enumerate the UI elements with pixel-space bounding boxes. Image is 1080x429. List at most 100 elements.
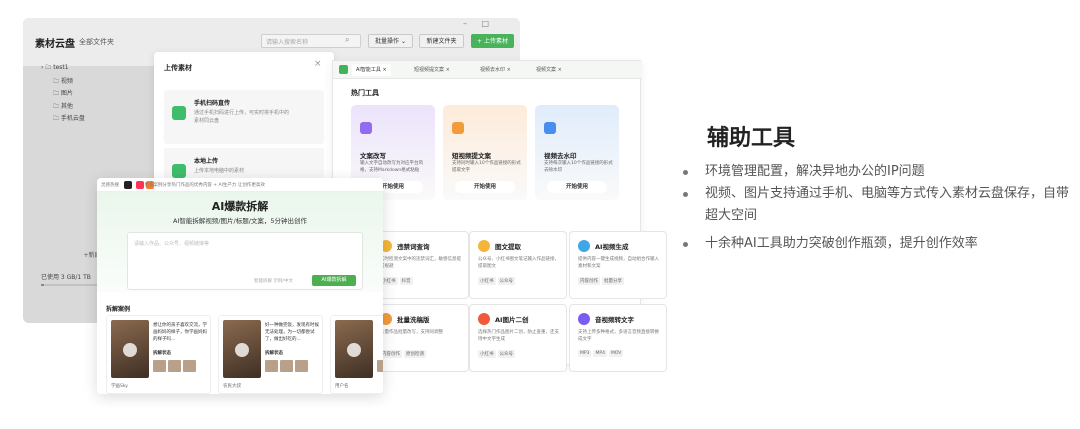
folder-item[interactable]: 🗀 其他 [53,101,161,114]
start-button[interactable]: 开始使用 [547,181,607,193]
small-tool-card[interactable]: AI视频生成提供内容一键生成视频，自动组合作输入素材和文案内容创作 批量分享 [569,231,667,299]
tool-icon [478,313,490,325]
tool-title: 违禁词查询 [397,243,430,251]
tag: 小红书 [478,277,496,285]
dialog-title: 上传素材 [164,64,192,72]
batch-button[interactable]: 批量操作 ⌄ [368,34,413,48]
tool-card[interactable]: 视频去水印 支持每次输入10个作品链接的形式去除水印 开始使用 [535,105,619,200]
tag-list: 小红书 公众号 [478,277,517,285]
case-user: 农民大叔 [223,384,241,389]
cases-title: 拆解案例 [106,306,131,313]
tool-icon [578,313,590,325]
tool-desc: 支持每次输入10个作品链接的形式去除水印 [544,161,613,173]
tag: 公众号 [497,350,515,358]
new-folder-button[interactable]: 新建文件夹 [419,34,464,48]
case-label: 拆解状态 [153,351,171,356]
tool-desc: 支持上传多种格式，多语言音频直接转换成文字 [578,330,659,342]
start-button[interactable]: 开始使用 [455,181,515,193]
tag-list: MP3 MP4 MOV [578,350,625,357]
search-icon[interactable]: ⌕ [345,35,349,45]
tool-desc: 实时检测文案中的违禁词汇，敏感信息提前规避 [380,257,461,269]
tool-title: AI图片二创 [495,316,529,324]
phone-icon [172,106,186,120]
ai-topbar-text: 灵感热搜 更多案例分享热门作品的优秀内容 + AI生产力 让创作更高效 [101,183,265,188]
feature-bullet: 视频、图片支持通过手机、电脑等方式传入素材云盘保存，自带超大空间 [683,183,1073,227]
feature-bullet: 环境管理配置，解决异地办公的IP问题 [683,161,1073,183]
tag: 小红书 [478,350,496,358]
tool-desc: 选择热门作品图片二创，防止查重，还支持中文字生成 [478,330,559,342]
tab-video-text[interactable]: 视频文案 × [532,64,566,76]
hot-tools-title: 热门工具 [351,89,379,97]
tool-icon [478,240,490,252]
case-card[interactable]: 想让你的孩子喜欢交流，学画妈妈的样子，你学画妈妈的样子吗... 拆解状态学画Sky [106,315,211,394]
case-user: 学画Sky [111,384,128,389]
case-text: 好一种做完饭，发现有时候无法处理，为一切都尝试了，做出好吃的... [265,323,319,342]
tag: 公众号 [497,277,515,285]
upload-dialog: 上传素材 × 手机扫码直传 通过手机扫码进行上传，可实时将手机中的素材同云盘 本… [154,52,334,202]
ai-link-input[interactable]: 请输入作品、公众号、视频链接等 智能拆解 示例/中文 AI爆款拆解 [127,232,363,290]
folder-item[interactable]: 🗀 手机云盘 [53,113,161,126]
close-icon[interactable]: × [314,59,322,69]
tool-card[interactable]: 短视频提文案 支持同时输入10个作品链接的形式提取文字 开始使用 [443,105,527,200]
tag: 内容创作 [578,277,600,285]
ai-title: AI爆款拆解 [211,200,269,213]
option-desc: 上传本地电脑中的素材 [194,168,245,174]
play-icon[interactable] [123,343,137,357]
tag: 内容创作 [380,350,402,358]
tool-icon [544,122,556,134]
tab-ai-tools[interactable]: AI智能工具 × [352,64,391,76]
tag-list: 内容创作 原创检测 [380,350,428,358]
case-user: 用户名 [335,384,349,389]
ai-subtitle: AI智能拆解视频/图片/标题/文案，5分钟出创作 [172,217,308,225]
tool-desc: 提供内容一键生成视频，自动组合作输入素材和文案 [578,257,659,269]
ai-breakdown-button[interactable]: AI爆款拆解 [312,275,356,286]
folder-item[interactable]: 🗀 视频 [53,76,161,89]
app-logo-icon [339,65,348,74]
tab-watermark[interactable]: 视频去水印 × [476,64,515,76]
thumb-image [265,360,278,372]
tab-video-copy[interactable]: 短视频提文案 × [410,64,454,76]
tool-icon [452,122,464,134]
option-desc: 通过手机扫码进行上传，可实时将手机中的素材同云盘 [194,110,290,124]
thumb-image [183,360,196,372]
thumb-image [377,360,383,372]
case-text: 想让你的孩子喜欢交流，学画妈妈的样子，你学画妈妈的样子吗... [153,323,207,342]
small-tool-card[interactable]: 图文提取 公众号、小红书图文笔记输入作品链接，提取图文 小红书 公众号 [469,231,567,299]
tag-list: 小红书 抖音 [380,277,415,285]
play-icon[interactable] [347,343,361,357]
tool-icon [578,240,590,252]
cloud-title: 素材云盘 [35,39,75,50]
play-icon[interactable] [235,343,249,357]
small-tool-card[interactable]: AI图片二创选择热门作品图片二创，防止查重，还支持中文字生成小红书 公众号 [469,304,567,372]
tag: 原创检测 [404,350,426,358]
small-tool-card[interactable]: 违禁词查询实时检测文案中的违禁词汇，敏感信息提前规避小红书 抖音 [371,231,469,299]
option-title: 手机扫码直传 [194,100,231,107]
upload-button[interactable]: + 上传素材 [471,34,514,48]
tool-title: 音视频转文字 [595,316,634,324]
tag: MP3 [578,350,592,357]
small-tool-card[interactable]: 批量洗稿版大量作品批量改写，支持同调整 内容创作 原创检测 [371,304,469,372]
tool-title: 批量洗稿版 [397,316,430,324]
input-hint: 智能拆解 示例/中文 [254,279,293,284]
tool-desc: 输入文字自动改写为对应平台风格，支持Markdown格式粘贴 [360,161,423,173]
tag: MOV [608,350,624,357]
tool-title: AI视频生成 [595,243,629,251]
case-card[interactable]: 用户名 [330,315,383,394]
tool-title: 图文提取 [495,243,521,251]
scan-upload-option[interactable]: 手机扫码直传 通过手机扫码进行上传，可实时将手机中的素材同云盘 [164,90,324,144]
folder-item[interactable]: 🗀 图片 [53,88,161,101]
small-tool-card[interactable]: 音视频转文字支持上传多种格式，多语言音频直接转换成文字 MP3 MP4 MOV [569,304,667,372]
tag: 批量分享 [602,277,624,285]
thumb-image [295,360,308,372]
tag-list: 内容创作 批量分享 [578,277,626,285]
window-controls[interactable]: – □ [463,19,495,28]
ai-breakdown-panel: 灵感热搜 更多案例分享热门作品的优秀内容 + AI生产力 让创作更高效 AI爆款… [97,178,383,394]
thumb-image [168,360,181,372]
computer-icon [172,164,186,178]
thumb-image [280,360,293,372]
folder-item[interactable]: › 🗀 test1 [41,63,161,76]
case-label: 拆解状态 [265,351,283,356]
tool-desc: 大量作品批量改写，支持同调整 [380,330,443,335]
option-title: 本地上传 [194,158,219,165]
case-card[interactable]: 好一种做完饭，发现有时候无法处理，为一切都尝试了，做出好吃的... 拆解状态农民大… [218,315,323,394]
